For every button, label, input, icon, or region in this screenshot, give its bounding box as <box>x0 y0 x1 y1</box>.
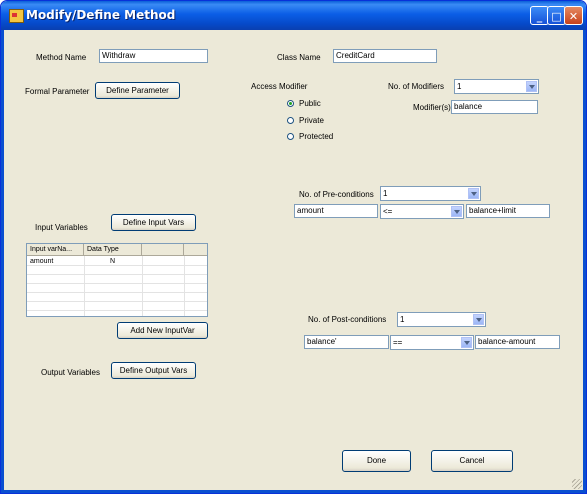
close-button[interactable]: ✕ <box>564 6 583 25</box>
no-of-postconditions-select[interactable]: 1 <box>397 312 486 327</box>
postcondition-right-field[interactable]: balance-amount <box>475 335 560 349</box>
postcondition-left-field[interactable]: balance' <box>304 335 389 349</box>
radio-private[interactable] <box>287 117 294 124</box>
no-of-modifiers-value: 1 <box>457 82 462 91</box>
no-of-modifiers-label: No. of Modifiers <box>388 82 445 91</box>
grid-cell-datatype[interactable]: N <box>110 257 115 266</box>
window-border-bottom <box>1 490 586 493</box>
window-border-right <box>583 30 586 493</box>
chevron-down-icon <box>451 206 462 217</box>
grid-header-filler <box>184 244 207 256</box>
grid-line <box>184 256 185 316</box>
postcondition-operator-value: == <box>393 338 403 347</box>
no-of-postconditions-label: No. of Post-conditions <box>308 315 387 324</box>
cancel-button[interactable]: Cancel <box>431 450 513 472</box>
input-variables-grid[interactable]: Input varNa... Data Type amount N <box>26 243 208 317</box>
grid-line <box>27 301 207 302</box>
title-bar[interactable]: Modify/Define Method _ □ ✕ <box>1 1 586 30</box>
class-name-label: Class Name <box>277 53 321 62</box>
grid-line <box>27 274 207 275</box>
class-name-field[interactable]: CreditCard <box>333 49 437 63</box>
radio-public-label: Public <box>299 99 321 108</box>
precondition-left-field[interactable]: amount <box>294 204 378 218</box>
grid-line <box>84 256 85 316</box>
grid-cell-varname[interactable]: amount <box>30 257 53 266</box>
modify-define-method-window: Modify/Define Method _ □ ✕ Method Name W… <box>0 0 587 494</box>
define-parameter-button[interactable]: Define Parameter <box>95 82 180 99</box>
define-output-vars-button[interactable]: Define Output Vars <box>111 362 196 379</box>
no-of-preconditions-value: 1 <box>383 189 388 198</box>
radio-protected-label: Protected <box>299 132 334 141</box>
precondition-operator-value: <= <box>383 207 393 216</box>
grid-header-data-type[interactable]: Data Type <box>84 244 142 256</box>
modifiers-label: Modifier(s) <box>413 103 451 112</box>
chevron-down-icon <box>526 81 537 92</box>
resize-grip-icon[interactable] <box>572 479 582 489</box>
chevron-down-icon <box>473 314 484 325</box>
modifiers-field[interactable]: balance <box>451 100 538 114</box>
done-button[interactable]: Done <box>342 450 411 472</box>
grid-line <box>142 256 143 316</box>
grid-header-empty[interactable] <box>142 244 184 256</box>
no-of-preconditions-label: No. of Pre-conditions <box>299 190 374 199</box>
window-border-left <box>1 30 4 493</box>
no-of-preconditions-select[interactable]: 1 <box>380 186 481 201</box>
radio-protected[interactable] <box>287 133 294 140</box>
grid-line <box>27 265 207 266</box>
method-name-label: Method Name <box>36 53 87 62</box>
output-variables-label: Output Variables <box>41 368 100 377</box>
window-title: Modify/Define Method <box>26 8 176 22</box>
input-variables-label: Input Variables <box>35 223 88 232</box>
add-new-inputvar-button[interactable]: Add New InputVar <box>117 322 208 339</box>
no-of-postconditions-value: 1 <box>400 315 405 324</box>
precondition-operator-select[interactable]: <= <box>380 204 464 219</box>
grid-line <box>27 310 207 311</box>
method-name-field[interactable]: Withdraw <box>99 49 208 63</box>
chevron-down-icon <box>468 188 479 199</box>
postcondition-operator-select[interactable]: == <box>390 335 474 350</box>
chevron-down-icon <box>461 337 472 348</box>
precondition-right-field[interactable]: balance+limit <box>466 204 550 218</box>
grid-header-input-varname[interactable]: Input varNa... <box>27 244 84 256</box>
radio-private-label: Private <box>299 116 324 125</box>
no-of-modifiers-select[interactable]: 1 <box>454 79 539 94</box>
grid-line <box>27 292 207 293</box>
radio-public[interactable] <box>287 100 294 107</box>
app-icon <box>9 9 24 23</box>
define-input-vars-button[interactable]: Define Input Vars <box>111 214 196 231</box>
grid-line <box>27 283 207 284</box>
formal-parameter-label: Formal Parameter <box>25 87 90 96</box>
access-modifier-label: Access Modifier <box>251 82 308 91</box>
